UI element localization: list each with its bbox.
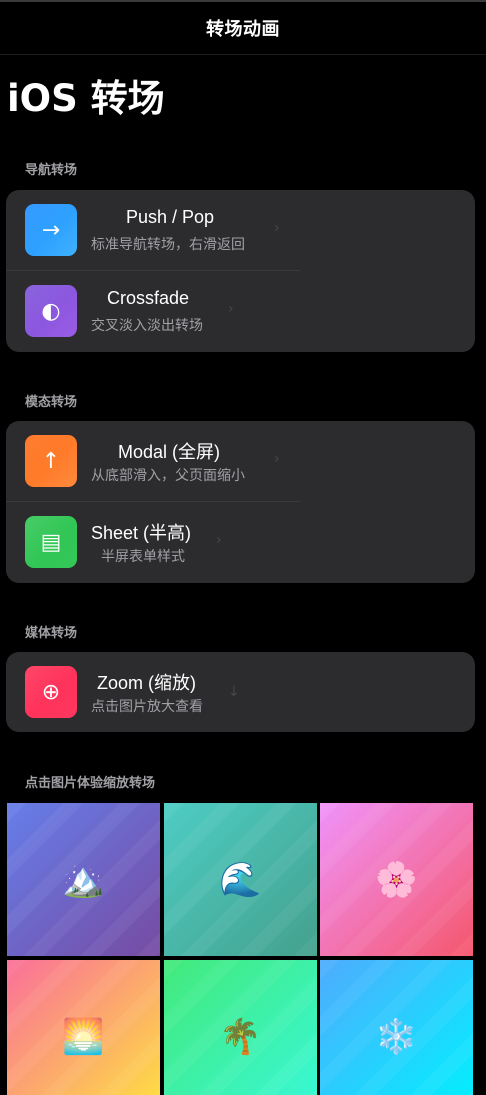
photo-palm[interactable]: 🌴 [164,960,317,1095]
group-media-transitions: ⊕ Zoom (缩放) 点击图片放大查看 ↓ [6,652,475,732]
section-header-gallery: 点击图片体验缩放转场 [25,776,156,791]
section-header-navigation: 导航转场 [25,163,78,178]
photo-grid: 🏔️ 🌊 🌸 🌅 🌴 ❄️ [7,803,474,1095]
row-subtitle: 点击图片放大查看 [91,699,203,715]
photo-wave[interactable]: 🌊 [164,803,317,956]
row-zoom[interactable]: ⊕ Zoom (缩放) 点击图片放大查看 ↓ [6,652,475,732]
half-circle-icon: ◐ [25,285,77,337]
sunrise-icon: 🌅 [62,1016,105,1057]
row-title: Modal (全屏) [118,442,221,462]
chevron-right-icon: › [274,220,280,236]
group-navigation-transitions: → Push / Pop 标准导航转场，右滑返回 › ◐ Crossfade 交… [6,190,475,352]
chevron-right-icon: › [216,532,222,548]
palm-tree-icon: 🌴 [219,1016,262,1057]
row-modal-fullscreen[interactable]: ↑ Modal (全屏) 从底部滑入，父页面缩小 › [6,421,475,501]
row-crossfade[interactable]: ◐ Crossfade 交叉淡入淡出转场 › [6,271,475,351]
crosshair-circle-icon: ⊕ [25,666,77,718]
arrow-right-icon: → [25,204,77,256]
row-title: Sheet (半高) [91,523,192,543]
flower-icon: 🌸 [375,859,418,900]
row-title: Push / Pop [126,207,215,227]
photo-sunrise[interactable]: 🌅 [7,960,160,1095]
snowflake-icon: ❄️ [375,1016,418,1057]
navigation-bar: 转场动画 [0,0,486,55]
mountain-icon: 🏔️ [62,859,105,900]
section-header-media: 媒体转场 [25,626,78,641]
photo-flower[interactable]: 🌸 [320,803,473,956]
group-modal-transitions: ↑ Modal (全屏) 从底部滑入，父页面缩小 › ▤ Sheet (半高) … [6,421,475,583]
photo-mountain[interactable]: 🏔️ [7,803,160,956]
photo-snowflake[interactable]: ❄️ [320,960,473,1095]
navbar-title: 转场动画 [206,19,280,40]
large-title: iOS 转场 [7,77,165,120]
chevron-right-icon: › [228,301,234,317]
chevron-right-icon: › [274,451,280,467]
row-sheet-half[interactable]: ▤ Sheet (半高) 半屏表单样式 › [6,502,475,582]
row-subtitle: 交叉淡入淡出转场 [91,318,203,334]
row-subtitle: 半屏表单样式 [101,549,185,565]
row-subtitle: 标准导航转场，右滑返回 [91,237,245,253]
row-title: Zoom (缩放) [97,673,196,693]
wave-icon: 🌊 [219,859,262,900]
row-push-pop[interactable]: → Push / Pop 标准导航转场，右滑返回 › [6,190,475,270]
row-title: Crossfade [107,288,190,308]
chevron-down-icon: ↓ [228,684,240,700]
row-subtitle: 从底部滑入，父页面缩小 [91,468,245,484]
sheet-icon: ▤ [25,516,77,568]
section-header-modal: 模态转场 [25,395,78,410]
arrow-up-icon: ↑ [25,435,77,487]
